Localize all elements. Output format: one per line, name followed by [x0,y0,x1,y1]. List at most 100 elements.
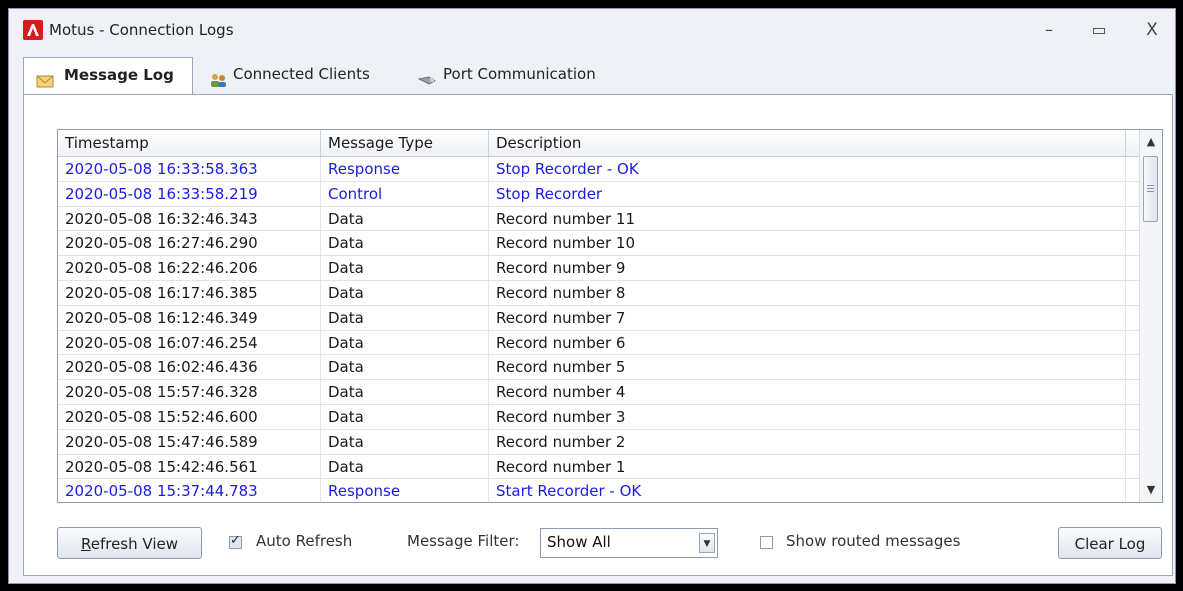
clear-log-label: Clear Log [1074,535,1146,553]
table-row[interactable]: 2020-05-08 16:12:46.349 Data Record number… [58,305,1142,331]
table-row[interactable]: 2020-05-08 15:47:46.589 Data Record number… [58,429,1142,455]
cell-timestamp: 2020-05-08 16:27:46.290 [58,231,321,256]
bottom-toolbar: Refresh View Auto Refresh Message Filter… [24,523,1172,563]
message-filter-dropdown[interactable]: Show All ▼ [540,528,718,558]
vertical-scrollbar[interactable]: ▲ ▼ [1139,130,1162,502]
cell-description: Start Recorder - OK [489,479,1126,502]
cell-description: Record number 10 [489,231,1126,256]
cell-message-type: Data [321,355,489,380]
cell-description: Record number 1 [489,454,1126,479]
message-filter-value: Show All [547,533,611,551]
cell-message-type: Data [321,231,489,256]
table-row[interactable]: 2020-05-08 16:33:58.219 Control Stop Recor… [58,181,1142,207]
table-row[interactable]: 2020-05-08 16:17:46.385 Data Record number… [58,280,1142,306]
cell-message-type: Data [321,454,489,479]
cell-message-type: Data [321,404,489,429]
cell-message-type: Data [321,206,489,231]
envelope-icon [36,67,54,88]
title-bar[interactable]: Motus - Connection Logs – ▭ X [9,9,1175,49]
app-logo-icon [23,20,43,40]
cell-timestamp: 2020-05-08 16:33:58.363 [58,157,321,181]
table-row[interactable]: 2020-05-08 16:22:46.206 Data Record number… [58,256,1142,281]
cell-timestamp: 2020-05-08 16:17:46.385 [58,280,321,305]
cell-description: Stop Recorder - OK [489,157,1126,181]
column-header-message-type[interactable]: Message Type [321,130,489,156]
cell-timestamp: 2020-05-08 15:47:46.589 [58,429,321,454]
grip-line [1147,191,1154,192]
tab-message-log[interactable]: Message Log [23,57,193,96]
grid-rows: 2020-05-08 16:33:58.363 Response Stop Reco… [58,157,1142,502]
cell-timestamp: 2020-05-08 15:42:46.561 [58,454,321,479]
table-row[interactable]: 2020-05-08 15:37:44.783 Response Start Rec… [58,479,1142,502]
cell-message-type: Data [321,305,489,330]
cell-message-type: Control [321,181,489,206]
table-row[interactable]: 2020-05-08 16:32:46.343 Data Record number… [58,206,1142,232]
cell-timestamp: 2020-05-08 15:37:44.783 [58,479,321,502]
log-grid[interactable]: Timestamp Message Type Description 2020-… [57,129,1163,503]
scroll-up-arrow-icon[interactable]: ▲ [1140,132,1162,152]
auto-refresh-checkbox[interactable] [229,533,242,549]
cell-message-type: Response [321,157,489,181]
show-routed-checkbox[interactable] [760,536,773,549]
table-row[interactable]: 2020-05-08 15:52:46.600 Data Record number… [58,404,1142,430]
dropdown-arrow-icon[interactable]: ▼ [699,533,715,553]
minimize-button[interactable]: – [1034,19,1064,41]
cell-description: Record number 6 [489,330,1126,355]
scroll-thumb[interactable] [1143,156,1158,222]
column-header-description[interactable]: Description [489,130,1126,156]
cell-message-type: Response [321,479,489,502]
cell-description: Record number 3 [489,404,1126,429]
cell-message-type: Data [321,280,489,305]
clear-log-button[interactable]: Clear Log [1058,527,1162,559]
message-filter-label: Message Filter: [407,532,520,550]
cell-timestamp: 2020-05-08 16:22:46.206 [58,256,321,281]
tab-label: Message Log [64,66,174,84]
grip-line [1147,185,1154,186]
column-header-timestamp[interactable]: Timestamp [58,130,321,156]
grid-header: Timestamp Message Type Description [58,130,1142,157]
cell-timestamp: 2020-05-08 16:07:46.254 [58,330,321,355]
cell-description: Record number 2 [489,429,1126,454]
cell-description: Record number 7 [489,305,1126,330]
tab-label: Connected Clients [233,65,370,83]
grip-line [1147,188,1154,189]
table-row[interactable]: 2020-05-08 16:33:58.363 Response Stop Reco… [58,157,1142,182]
cell-timestamp: 2020-05-08 16:12:46.349 [58,305,321,330]
cell-message-type: Data [321,330,489,355]
scroll-down-arrow-icon[interactable]: ▼ [1140,480,1162,500]
table-row[interactable]: 2020-05-08 15:42:46.561 Data Record number… [58,454,1142,480]
cell-description: Record number 11 [489,206,1126,231]
cell-timestamp: 2020-05-08 16:02:46.436 [58,355,321,380]
show-routed-label[interactable]: Show routed messages [786,532,960,550]
cell-timestamp: 2020-05-08 16:32:46.343 [58,206,321,231]
cell-description: Record number 4 [489,380,1126,405]
tab-bar: Message Log Connected Clients Port Commu… [23,57,1173,96]
app-window: Motus - Connection Logs – ▭ X Message Lo… [8,8,1176,584]
cell-message-type: Data [321,380,489,405]
cell-message-type: Data [321,429,489,454]
close-button[interactable]: X [1137,19,1167,41]
refresh-view-label: Refresh View [80,535,178,553]
cell-timestamp: 2020-05-08 16:33:58.219 [58,181,321,206]
users-icon [209,66,227,87]
tab-label: Port Communication [443,65,596,83]
cell-description: Record number 8 [489,280,1126,305]
tab-connected-clients[interactable]: Connected Clients [205,57,395,91]
table-row[interactable]: 2020-05-08 16:27:46.290 Data Record number… [58,231,1142,257]
cell-description: Stop Recorder [489,181,1126,206]
cell-description: Record number 5 [489,355,1126,380]
refresh-view-button[interactable]: Refresh View [57,527,202,559]
message-log-panel: Timestamp Message Type Description 2020-… [23,94,1173,576]
table-row[interactable]: 2020-05-08 16:02:46.436 Data Record number… [58,355,1142,381]
table-row[interactable]: 2020-05-08 16:07:46.254 Data Record number… [58,330,1142,356]
cell-description: Record number 9 [489,256,1126,281]
maximize-button[interactable]: ▭ [1084,19,1114,41]
tab-port-communication[interactable]: Port Communication [413,57,633,91]
auto-refresh-label[interactable]: Auto Refresh [256,532,352,550]
cell-message-type: Data [321,256,489,281]
cell-timestamp: 2020-05-08 15:57:46.328 [58,380,321,405]
table-row[interactable]: 2020-05-08 15:57:46.328 Data Record number… [58,380,1142,405]
cell-timestamp: 2020-05-08 15:52:46.600 [58,404,321,429]
plug-icon [417,66,436,85]
window-title: Motus - Connection Logs [49,21,234,39]
